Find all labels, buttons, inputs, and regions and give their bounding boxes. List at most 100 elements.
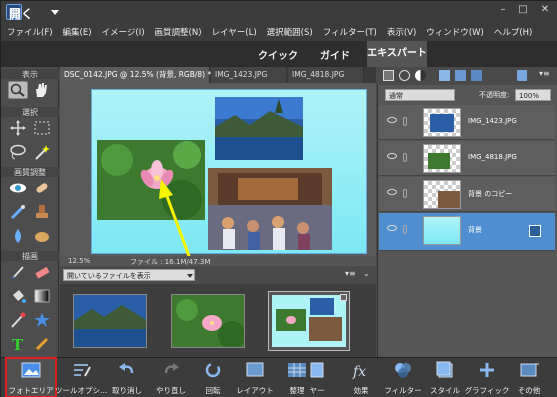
bin-thumbnail-selected[interactable] [268,291,350,351]
eraser-tool-icon[interactable] [32,263,52,281]
open-dropdown-icon[interactable] [51,10,59,15]
layer-thumbnail-image [428,153,450,169]
adjustment-layer-icon[interactable] [415,70,426,81]
lock-icon[interactable] [529,225,541,237]
menu-layer[interactable]: レイヤー(L) [212,26,257,38]
lock-transparent-icon[interactable] [455,70,466,81]
smart-brush-tool-icon[interactable] [8,203,28,221]
trash-icon[interactable] [517,70,527,81]
panel-menu-icon[interactable]: ▾≡ [345,269,356,278]
zoom-tool-icon[interactable] [8,81,28,99]
paint-bucket-tool-icon[interactable] [8,287,28,305]
marquee-tool-icon[interactable] [32,119,52,137]
layer-row[interactable]: 背景 のコピー [379,177,555,212]
multi-layer-badge-icon [340,294,347,301]
layer-row[interactable]: IMG_4818.JPG [379,141,555,176]
layer-thumbnail [423,180,461,209]
eye-icon[interactable] [387,189,397,195]
custom-shape-tool-icon[interactable] [32,311,52,329]
layers-button[interactable]: ヤー [299,357,335,397]
filters-icon [395,363,411,378]
magic-wand-tool-icon[interactable] [32,143,52,161]
move-tool-icon[interactable] [8,119,28,137]
photo-bin-button[interactable]: フォトエリア [5,357,57,397]
layout-icon [246,362,264,377]
tab-guided[interactable]: ガイド [320,47,350,62]
bottom-label: ツールオプシ… [55,386,108,395]
open-button[interactable]: 開く [9,5,33,22]
tab-document-active[interactable]: DSC_0142.JPG @ 12.5% (背景, RGB/8) * [60,67,211,83]
eye-icon[interactable] [387,153,397,159]
blend-mode-select[interactable]: 通常 [385,89,455,101]
brush-tool-icon[interactable] [8,263,28,281]
zoom-level: 12.5% [68,257,91,265]
menu-select[interactable]: 選択範囲(S) [267,26,313,38]
lock-icon[interactable] [471,70,482,81]
bottom-label: その他 [517,386,541,395]
plus-icon [480,363,494,377]
hand-tool-icon[interactable] [32,81,52,99]
tool-options-button[interactable]: ツールオプシ… [55,357,108,397]
menu-enhance[interactable]: 画質調整(N) [155,26,202,38]
section-draw-label: 描画 [1,251,59,261]
layer-row[interactable]: IMG_1423.JPG [379,105,555,140]
menu-help[interactable]: ヘルプ(H) [494,26,533,38]
menu-image[interactable]: イメージ(I) [102,26,145,38]
eyedropper-tool-icon[interactable] [8,311,28,329]
tab-quick[interactable]: クイック [258,47,298,62]
effects-icon: fx [352,364,366,379]
bin-thumbnail[interactable] [171,294,245,348]
chevron-down-icon [187,274,193,278]
spot-healing-tool-icon[interactable] [32,179,52,197]
close-icon[interactable]: ✕ [537,3,553,17]
document-tabs: DSC_0142.JPG @ 12.5% (背景, RGB/8) * IMG_1… [60,67,376,83]
layer-row-selected[interactable]: 背景 [379,213,555,251]
panel-menu-icon[interactable]: ▾≡ [539,69,550,78]
mask-icon[interactable] [439,70,450,81]
link-icon[interactable] [403,117,407,126]
lasso-tool-icon[interactable] [8,143,28,161]
link-icon[interactable] [403,189,407,198]
link-icon[interactable] [403,225,407,234]
more-button[interactable]: その他 [503,357,555,397]
app-window: – □ ✕ ファイル(F) 編集(E) イメージ(I) 画質調整(N) レイヤー… [0,0,557,397]
title-bar: – □ ✕ [1,1,557,23]
layer-name: IMG_4818.JPG [468,153,517,161]
rotate-icon [205,362,221,378]
blur-tool-icon[interactable] [8,227,28,245]
pencil-tool-icon[interactable] [32,335,52,353]
tab-expert[interactable]: エキスパート [367,41,427,67]
svg-text:T: T [12,336,24,353]
clone-stamp-tool-icon[interactable] [32,203,52,221]
new-group-icon[interactable] [399,70,410,81]
eye-tool-icon[interactable] [8,179,28,197]
bottom-label: フォトエリア [8,386,54,395]
layer-thumbnail [423,216,461,245]
menu-view[interactable]: 表示(V) [387,26,416,38]
text-tool-icon[interactable]: T [8,335,28,354]
svg-text:fx: fx [352,364,366,379]
eye-icon[interactable] [387,225,397,231]
photo-bin-source-select[interactable]: 開いているファイルを表示 [63,269,195,281]
section-select-label: 選択 [1,107,59,117]
tab-document[interactable]: IMG_4818.JPG [288,67,364,83]
photo-lake[interactable] [215,97,303,160]
maximize-icon[interactable]: □ [515,3,531,17]
tab-document[interactable]: IMG_1423.JPG [211,67,287,83]
menu-edit[interactable]: 編集(E) [63,26,92,38]
menu-filter[interactable]: フィルター(T) [323,26,377,38]
photo-bin-icon [21,362,41,378]
opacity-input[interactable]: 100% [515,89,551,101]
new-layer-icon[interactable] [383,70,394,81]
menu-window[interactable]: ウィンドウ(W) [426,26,484,38]
bin-thumbnail[interactable] [73,294,147,348]
eye-icon[interactable] [387,117,397,123]
undo-icon [119,363,134,374]
minimize-icon[interactable]: – [495,3,511,17]
link-icon[interactable] [403,153,407,162]
layer-name: IMG_1423.JPG [468,117,517,125]
collapse-icon[interactable]: ⌄ [363,269,370,278]
gradient-tool-icon[interactable] [32,287,52,305]
sponge-tool-icon[interactable] [32,227,52,245]
menu-file[interactable]: ファイル(F) [7,26,53,38]
